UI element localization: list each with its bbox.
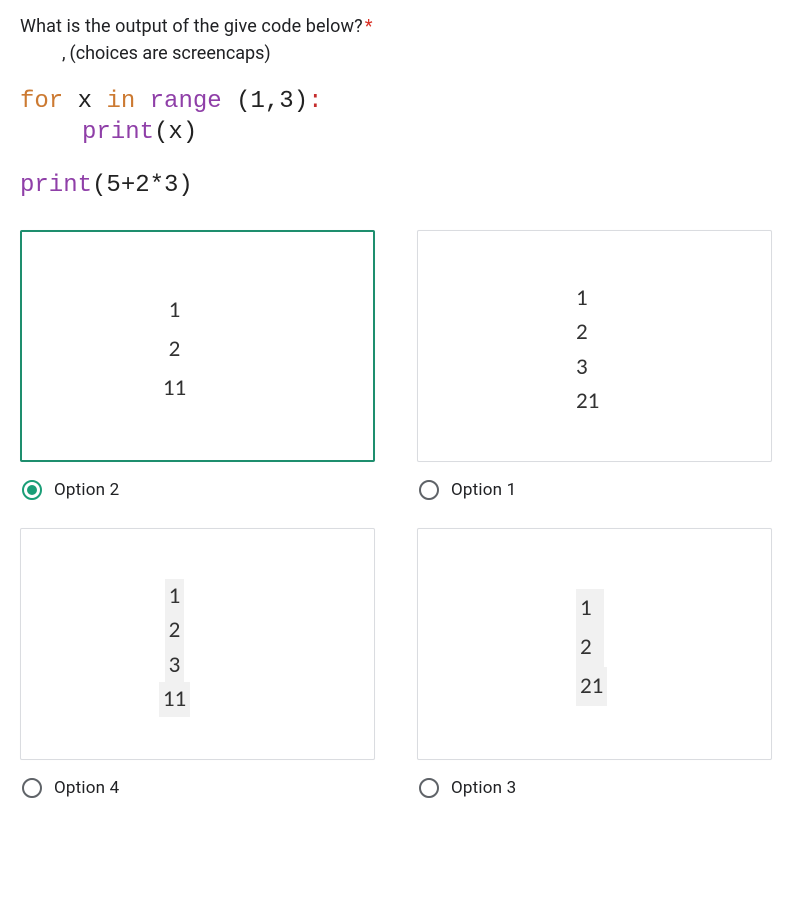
required-asterisk: * [365,16,373,37]
question-subnote: ,(choices are screencaps) [70,43,772,64]
option-cell-c: 1 2 3 11 Option 4 [20,528,375,798]
option-image-d[interactable]: 1 2 21 [417,528,772,760]
option-cell-d: 1 2 21 Option 3 [417,528,772,798]
radio-option-d[interactable]: Option 3 [417,760,772,798]
option-image-b[interactable]: 1 2 3 21 [417,230,772,462]
option-image-a[interactable]: 1 2 11 [20,230,375,462]
option-image-c[interactable]: 1 2 3 11 [20,528,375,760]
radio-option-a[interactable]: Option 2 [20,462,375,500]
radio-label: Option 2 [54,480,119,500]
option-cell-b: 1 2 3 21 Option 1 [417,230,772,500]
code-snippet: for x in range (1,3): print(x) print(5+2… [20,86,772,202]
radio-icon [22,480,42,500]
options-grid: 1 2 11 Option 2 1 2 3 21 [20,230,772,798]
question-text: What is the output of the give code belo… [20,16,772,37]
radio-label: Option 1 [451,480,516,500]
radio-icon [22,778,42,798]
radio-label: Option 3 [451,778,516,798]
radio-label: Option 4 [54,778,119,798]
option-cell-a: 1 2 11 Option 2 [20,230,375,500]
radio-icon [419,778,439,798]
radio-option-b[interactable]: Option 1 [417,462,772,500]
radio-option-c[interactable]: Option 4 [20,760,375,798]
radio-icon [419,480,439,500]
